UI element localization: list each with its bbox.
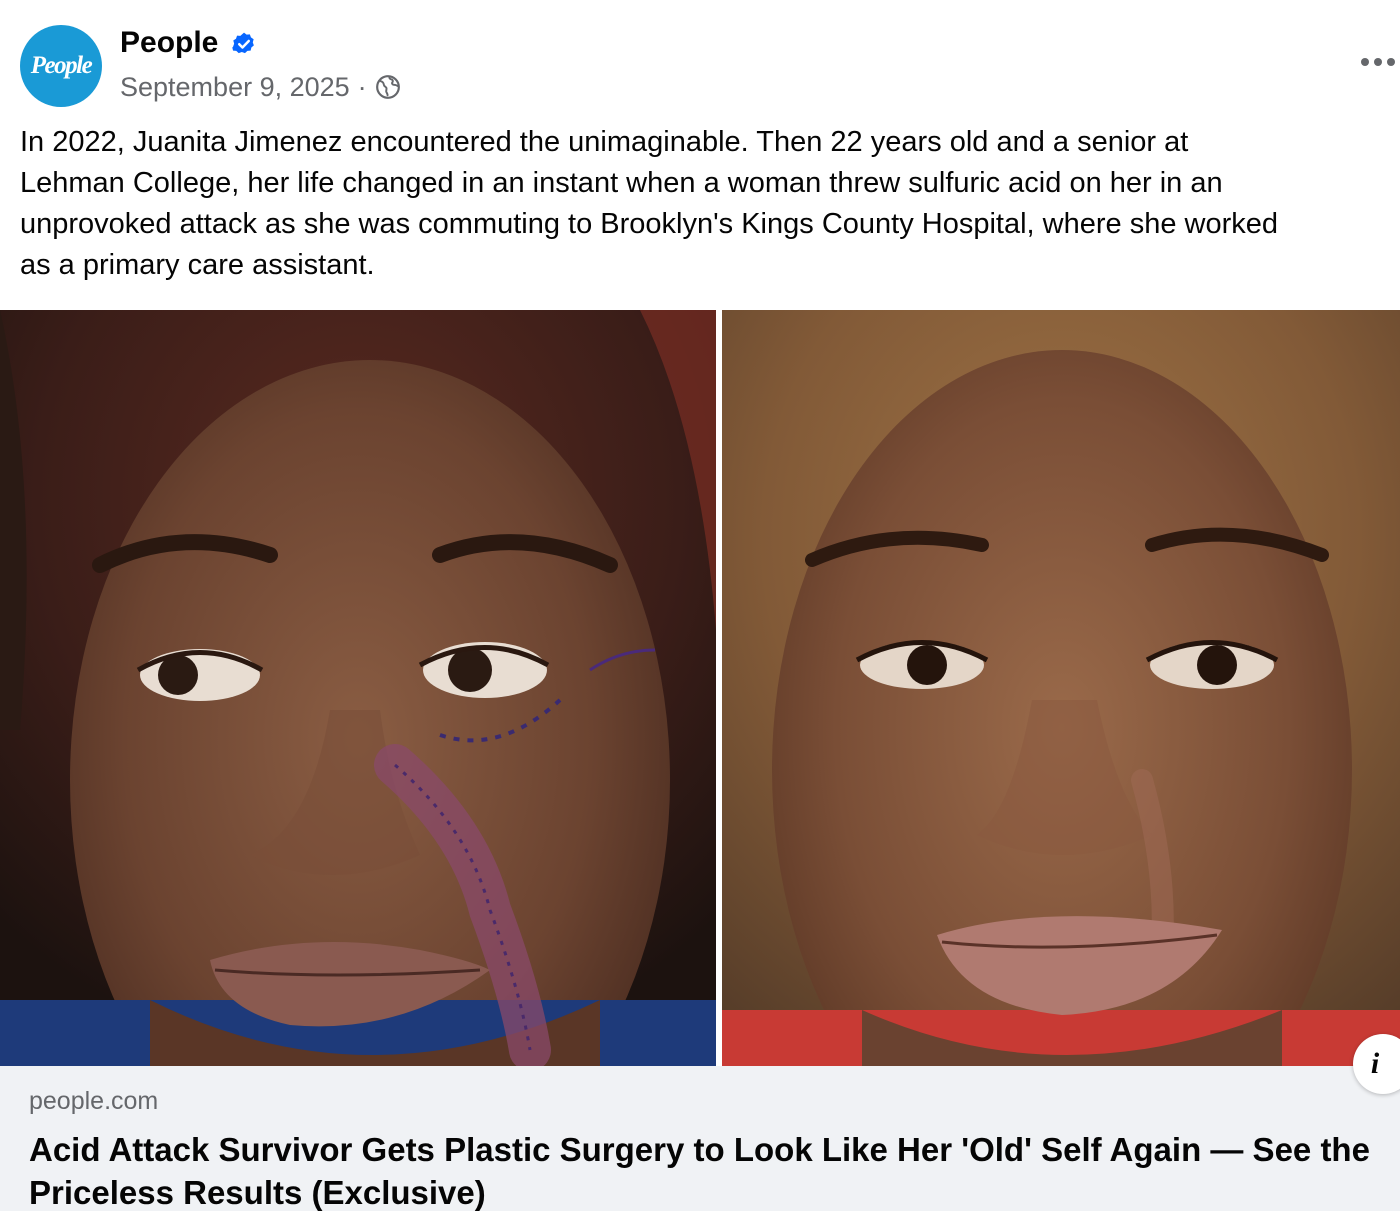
caption-line: Lehman College, her life changed in an i…: [20, 167, 1223, 199]
after-surgery-photo: [722, 310, 1400, 1066]
link-domain: people.com: [29, 1087, 159, 1115]
caption-line: as a primary care assistant.: [20, 249, 375, 281]
more-options-button[interactable]: [1356, 40, 1400, 84]
avatar-logo-text: People: [30, 52, 93, 79]
page-name-link[interactable]: People: [120, 26, 218, 60]
caption-line: In 2022, Juanita Jimenez encountered the…: [20, 126, 1189, 158]
post-header: People People September 9, 2025 ·: [0, 0, 1400, 120]
meta-separator: ·: [357, 71, 367, 102]
caption-line: unprovoked attack as she was commuting t…: [20, 208, 1278, 240]
post-caption: In 2022, Juanita Jimenez encountered the…: [20, 122, 1400, 286]
globe-icon[interactable]: [375, 74, 401, 100]
post-meta: September 9, 2025 ·: [120, 70, 401, 104]
post-image[interactable]: [0, 310, 1400, 1066]
more-options-icon: [1361, 58, 1395, 66]
post-date-link[interactable]: September 9, 2025: [120, 72, 350, 103]
facebook-post: People People September 9, 2025 · In 202…: [0, 0, 1400, 1211]
before-surgery-photo: [0, 310, 716, 1066]
link-preview-card[interactable]: people.com Acid Attack Survivor Gets Pla…: [0, 1066, 1400, 1211]
page-avatar[interactable]: People: [20, 25, 102, 107]
verified-badge-icon: [232, 32, 254, 54]
info-icon: i: [1370, 1047, 1380, 1080]
link-headline[interactable]: Acid Attack Survivor Gets Plastic Surger…: [29, 1128, 1374, 1211]
